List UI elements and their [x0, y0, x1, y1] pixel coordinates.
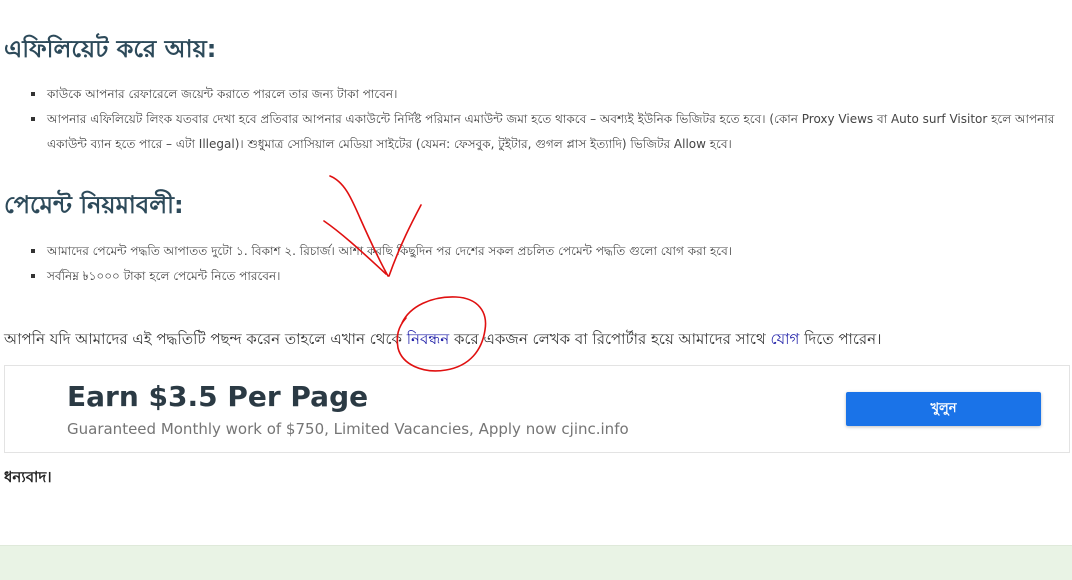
ad-title[interactable]: Earn $3.5 Per Page — [67, 380, 368, 413]
ad-subtitle[interactable]: Guaranteed Monthly work of $750, Limited… — [67, 420, 629, 438]
list-item: আমাদের পেমেন্ট পদ্ধতি আপাতত দুটো ১. বিকা… — [0, 239, 1068, 264]
join-paragraph: আপনি যদি আমাদের এই পদ্ধতিটি পছন্দ করেন ত… — [4, 326, 881, 352]
paragraph-text: দিতে পারেন। — [799, 330, 882, 348]
list-item-text: সর্বনিম্ন ৳১০০০ টাকা হলে পেমেন্ট নিতে পা… — [47, 269, 281, 283]
list-item: কাউকে আপনার রেফারেলে জয়েন্ট করাতে পারলে… — [0, 82, 1068, 107]
paragraph-text: করে একজন লেখক বা রিপোর্টার হয়ে আমাদের স… — [449, 330, 771, 348]
bullet-icon — [31, 274, 35, 278]
affiliate-list: কাউকে আপনার রেফারেলে জয়েন্ট করাতে পারলে… — [0, 82, 1068, 157]
bullet-icon — [31, 249, 35, 253]
list-item-text: কাউকে আপনার রেফারেলে জয়েন্ট করাতে পারলে… — [47, 87, 398, 101]
bullet-icon — [31, 92, 35, 96]
ad-open-button[interactable]: খুলুন — [846, 392, 1041, 426]
register-link[interactable]: নিবন্ধন — [407, 330, 449, 348]
thanks-text: ধন্যবাদ। — [4, 468, 52, 486]
list-item-text: আমাদের পেমেন্ট পদ্ধতি আপাতত দুটো ১. বিকা… — [47, 244, 733, 258]
payment-list: আমাদের পেমেন্ট পদ্ধতি আপাতত দুটো ১. বিকা… — [0, 239, 1068, 289]
join-link[interactable]: যোগ — [770, 330, 799, 348]
list-item-text: আপনার এফিলিয়েট লিংক যতবার দেখা হবে প্রত… — [47, 112, 1055, 151]
list-item: সর্বনিম্ন ৳১০০০ টাকা হলে পেমেন্ট নিতে পা… — [0, 264, 1068, 289]
affiliate-heading: এফিলিয়েট করে আয়: — [4, 35, 217, 63]
paragraph-text: আপনি যদি আমাদের এই পদ্ধতিটি পছন্দ করেন ত… — [4, 330, 407, 348]
list-item: আপনার এফিলিয়েট লিংক যতবার দেখা হবে প্রত… — [0, 107, 1068, 157]
footer-strip — [0, 545, 1072, 580]
ad-banner[interactable]: Earn $3.5 Per Page Guaranteed Monthly wo… — [4, 365, 1070, 453]
bullet-icon — [31, 117, 35, 121]
payment-heading: পেমেন্ট নিয়মাবলী: — [4, 191, 184, 219]
